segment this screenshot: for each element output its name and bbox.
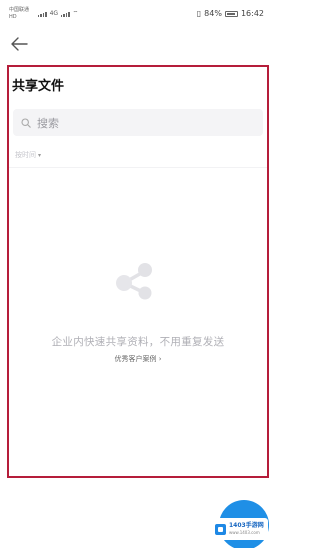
back-button[interactable] (8, 34, 30, 54)
empty-state-message: 企业内快速共享资料，不用重复发送 (51, 336, 225, 348)
arrow-left-icon (11, 37, 28, 51)
carrier-name: 中国联通 (9, 7, 30, 13)
vibrate-icon: ▯ (196, 9, 202, 18)
signal-icon (38, 12, 47, 17)
share-icon (116, 263, 152, 300)
wifi-icon: ⌔ (72, 10, 79, 17)
signal-icon-2 (61, 12, 70, 17)
status-right: ▯ 84% 16:42 (197, 9, 264, 18)
network-type: 4G (49, 10, 59, 17)
watermark-subtitle: www.1403.com (229, 530, 260, 535)
sort-dropdown[interactable]: 按时间 ▾ (15, 150, 41, 160)
chevron-down-icon: ▾ (38, 151, 42, 159)
watermark-text: 1403手游网 www.1403.com (229, 522, 264, 536)
watermark-title: 1403手游网 (229, 522, 264, 529)
sort-label: 按时间 (15, 151, 36, 159)
shared-files-panel: 共享文件 搜索 按时间 ▾ 企业内快速共享资料，不用重复发送 优秀客户案例 › (7, 65, 269, 478)
watermark-icon (215, 523, 226, 535)
battery-icon (224, 10, 238, 17)
carrier-info: 中国联通 HD (9, 7, 29, 21)
signal-indicators: 4G ⌔ (38, 9, 78, 17)
status-time: 16:42 (240, 9, 264, 18)
customer-cases-label: 优秀客户案例 (114, 355, 157, 363)
search-placeholder: 搜索 (37, 116, 59, 130)
screen: 中国联通 HD 4G ⌔ ▯ 84% 16:42 共享文件 搜索 按时间 ▾ 企… (0, 0, 274, 548)
carrier-hd: HD (9, 14, 17, 20)
page-title: 共享文件 (12, 79, 65, 94)
status-bar: 中国联通 HD 4G ⌔ ▯ 84% 16:42 (0, 0, 274, 26)
battery-percent: 84% (204, 9, 222, 18)
divider (9, 167, 267, 168)
chevron-right-icon: › (158, 355, 162, 363)
search-input[interactable]: 搜索 (13, 109, 263, 136)
search-icon (21, 117, 31, 128)
watermark-logo: 1403手游网 www.1403.com (212, 518, 268, 540)
customer-cases-link[interactable]: 优秀客户案例 › (9, 354, 267, 364)
